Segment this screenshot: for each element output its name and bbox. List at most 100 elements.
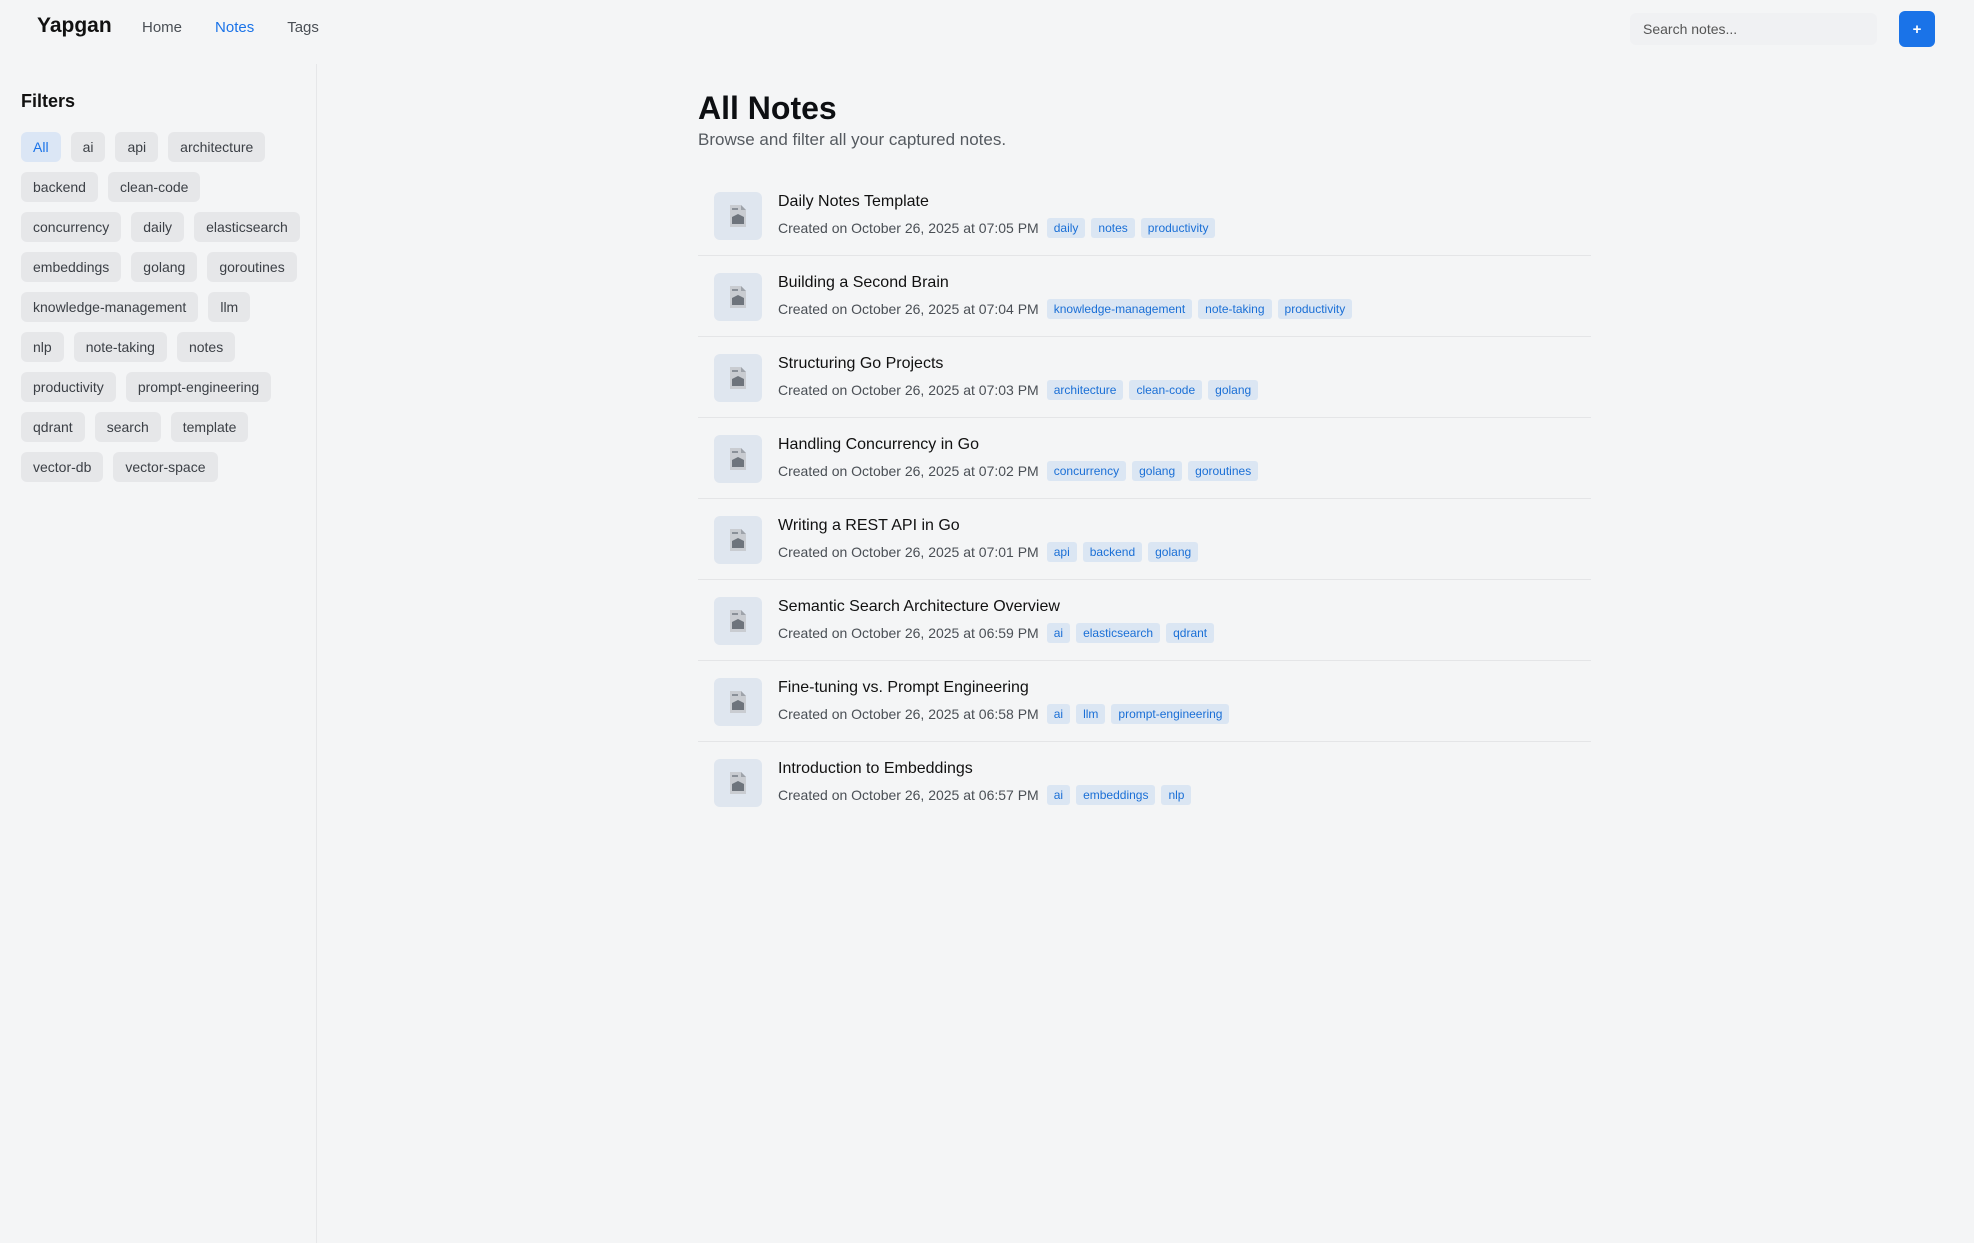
note-tag[interactable]: backend (1082, 542, 1143, 562)
note-meta: Created on October 26, 2025 at 07:01 PM a… (778, 542, 1199, 562)
note-date: Created on October 26, 2025 at 07:03 PM (778, 382, 1039, 398)
document-icon (714, 192, 762, 240)
note-row[interactable]: Building a Second Brain Created on Octobe… (698, 256, 1591, 337)
note-tag[interactable]: golang (1148, 542, 1199, 562)
note-tag[interactable]: embeddings (1076, 785, 1156, 805)
note-row[interactable]: Fine-tuning vs. Prompt Engineering Create… (698, 661, 1591, 742)
filter-chip-all[interactable]: All (21, 132, 61, 162)
note-tag[interactable]: productivity (1140, 218, 1216, 238)
filter-chip-template[interactable]: template (170, 412, 249, 442)
note-tag[interactable]: goroutines (1188, 461, 1259, 481)
filter-chip-elasticsearch[interactable]: elasticsearch (194, 212, 300, 242)
filter-chip-architecture[interactable]: architecture (168, 132, 266, 162)
note-date: Created on October 26, 2025 at 07:04 PM (778, 301, 1039, 317)
note-meta: Created on October 26, 2025 at 07:02 PM c… (778, 461, 1259, 481)
note-tag[interactable]: concurrency (1046, 461, 1127, 481)
note-tag[interactable]: qdrant (1166, 623, 1215, 643)
note-title[interactable]: Semantic Search Architecture Overview (778, 598, 1060, 616)
note-tag[interactable]: llm (1076, 704, 1106, 724)
note-tag[interactable]: clean-code (1129, 380, 1203, 400)
note-title[interactable]: Writing a REST API in Go (778, 517, 960, 535)
filter-chip-embeddings[interactable]: embeddings (21, 252, 122, 282)
filter-chip-clean-code[interactable]: clean-code (107, 172, 201, 202)
note-meta: Created on October 26, 2025 at 06:58 PM a… (778, 704, 1230, 724)
note-date: Created on October 26, 2025 at 07:01 PM (778, 544, 1039, 560)
filter-chip-prompt-engineering[interactable]: prompt-engineering (125, 372, 272, 402)
note-title[interactable]: Fine-tuning vs. Prompt Engineering (778, 679, 1029, 697)
note-tag[interactable]: api (1046, 542, 1077, 562)
document-icon (714, 678, 762, 726)
filter-chip-list: All ai api architecture backend clean-code con… (21, 132, 301, 482)
document-icon (714, 435, 762, 483)
note-tag[interactable]: nlp (1161, 785, 1192, 805)
note-meta: Created on October 26, 2025 at 07:05 PM d… (778, 218, 1216, 238)
note-date: Created on October 26, 2025 at 07:02 PM (778, 463, 1039, 479)
page-title: All Notes (698, 90, 837, 126)
note-row[interactable]: Structuring Go Projects Created on Octobe… (698, 337, 1591, 418)
filter-chip-productivity[interactable]: productivity (21, 372, 116, 402)
note-tag[interactable]: architecture (1046, 380, 1124, 400)
note-tag[interactable]: elasticsearch (1076, 623, 1161, 643)
filter-chip-qdrant[interactable]: qdrant (21, 412, 85, 442)
note-meta: Created on October 26, 2025 at 06:59 PM a… (778, 623, 1215, 643)
filter-chip-goroutines[interactable]: goroutines (207, 252, 297, 282)
filter-chip-llm[interactable]: llm (208, 292, 251, 322)
filter-chip-knowledge-management[interactable]: knowledge-management (21, 292, 199, 322)
note-tag[interactable]: golang (1208, 380, 1259, 400)
note-date: Created on October 26, 2025 at 07:05 PM (778, 220, 1039, 236)
nav-home[interactable]: Home (142, 19, 182, 36)
note-tag[interactable]: productivity (1277, 299, 1353, 319)
document-icon (714, 516, 762, 564)
filter-chip-backend[interactable]: backend (21, 172, 98, 202)
filter-chip-ai[interactable]: ai (70, 132, 106, 162)
note-row[interactable]: Semantic Search Architecture Overview Cre… (698, 580, 1591, 661)
note-row[interactable]: Introduction to Embeddings Created on Oct… (698, 742, 1591, 823)
note-row[interactable]: Handling Concurrency in Go Created on Oct… (698, 418, 1591, 499)
nav-tags[interactable]: Tags (287, 19, 319, 36)
note-tag[interactable]: ai (1046, 623, 1071, 643)
note-meta: Created on October 26, 2025 at 07:04 PM k… (778, 299, 1353, 319)
note-row[interactable]: Writing a REST API in Go Created on Octob… (698, 499, 1591, 580)
nav-notes[interactable]: Notes (215, 19, 254, 36)
filters-title: Filters (21, 91, 76, 111)
filter-chip-golang[interactable]: golang (131, 252, 198, 282)
note-tag[interactable]: daily (1046, 218, 1086, 238)
note-meta: Created on October 26, 2025 at 07:03 PM a… (778, 380, 1259, 400)
filter-chip-notes[interactable]: notes (176, 332, 236, 362)
notes-list: Daily Notes Template Created on October 2… (698, 175, 1591, 823)
filter-chip-note-taking[interactable]: note-taking (73, 332, 167, 362)
note-tag[interactable]: golang (1132, 461, 1183, 481)
note-tag[interactable]: ai (1046, 785, 1071, 805)
note-date: Created on October 26, 2025 at 06:57 PM (778, 787, 1039, 803)
note-row[interactable]: Daily Notes Template Created on October 2… (698, 175, 1591, 256)
document-icon (714, 597, 762, 645)
note-title[interactable]: Structuring Go Projects (778, 355, 943, 373)
note-date: Created on October 26, 2025 at 06:59 PM (778, 625, 1039, 641)
filter-chip-search[interactable]: search (94, 412, 161, 442)
note-title[interactable]: Daily Notes Template (778, 193, 929, 211)
note-tag[interactable]: notes (1091, 218, 1135, 238)
brand-logo[interactable]: Yapgan (37, 14, 112, 38)
filters-sidebar: Filters All ai api architecture backend clean… (0, 64, 317, 1243)
filter-chip-vector-space[interactable]: vector-space (113, 452, 218, 482)
note-date: Created on October 26, 2025 at 06:58 PM (778, 706, 1039, 722)
note-meta: Created on October 26, 2025 at 06:57 PM a… (778, 785, 1192, 805)
filter-chip-vector-db[interactable]: vector-db (21, 452, 104, 482)
filter-chip-concurrency[interactable]: concurrency (21, 212, 122, 242)
note-tag[interactable]: ai (1046, 704, 1071, 724)
filter-chip-nlp[interactable]: nlp (21, 332, 64, 362)
note-title[interactable]: Building a Second Brain (778, 274, 949, 292)
add-note-button[interactable]: + (1899, 11, 1935, 47)
note-title[interactable]: Introduction to Embeddings (778, 760, 973, 778)
filter-chip-api[interactable]: api (115, 132, 159, 162)
search-input[interactable] (1630, 13, 1877, 45)
top-bar: Yapgan Home Notes Tags + (0, 0, 1974, 57)
note-tag[interactable]: prompt-engineering (1111, 704, 1230, 724)
document-icon (714, 354, 762, 402)
note-title[interactable]: Handling Concurrency in Go (778, 436, 979, 454)
note-tag[interactable]: knowledge-management (1046, 299, 1193, 319)
note-tag[interactable]: note-taking (1198, 299, 1272, 319)
filter-chip-daily[interactable]: daily (131, 212, 185, 242)
document-icon (714, 273, 762, 321)
main-nav: Home Notes Tags (142, 19, 352, 36)
